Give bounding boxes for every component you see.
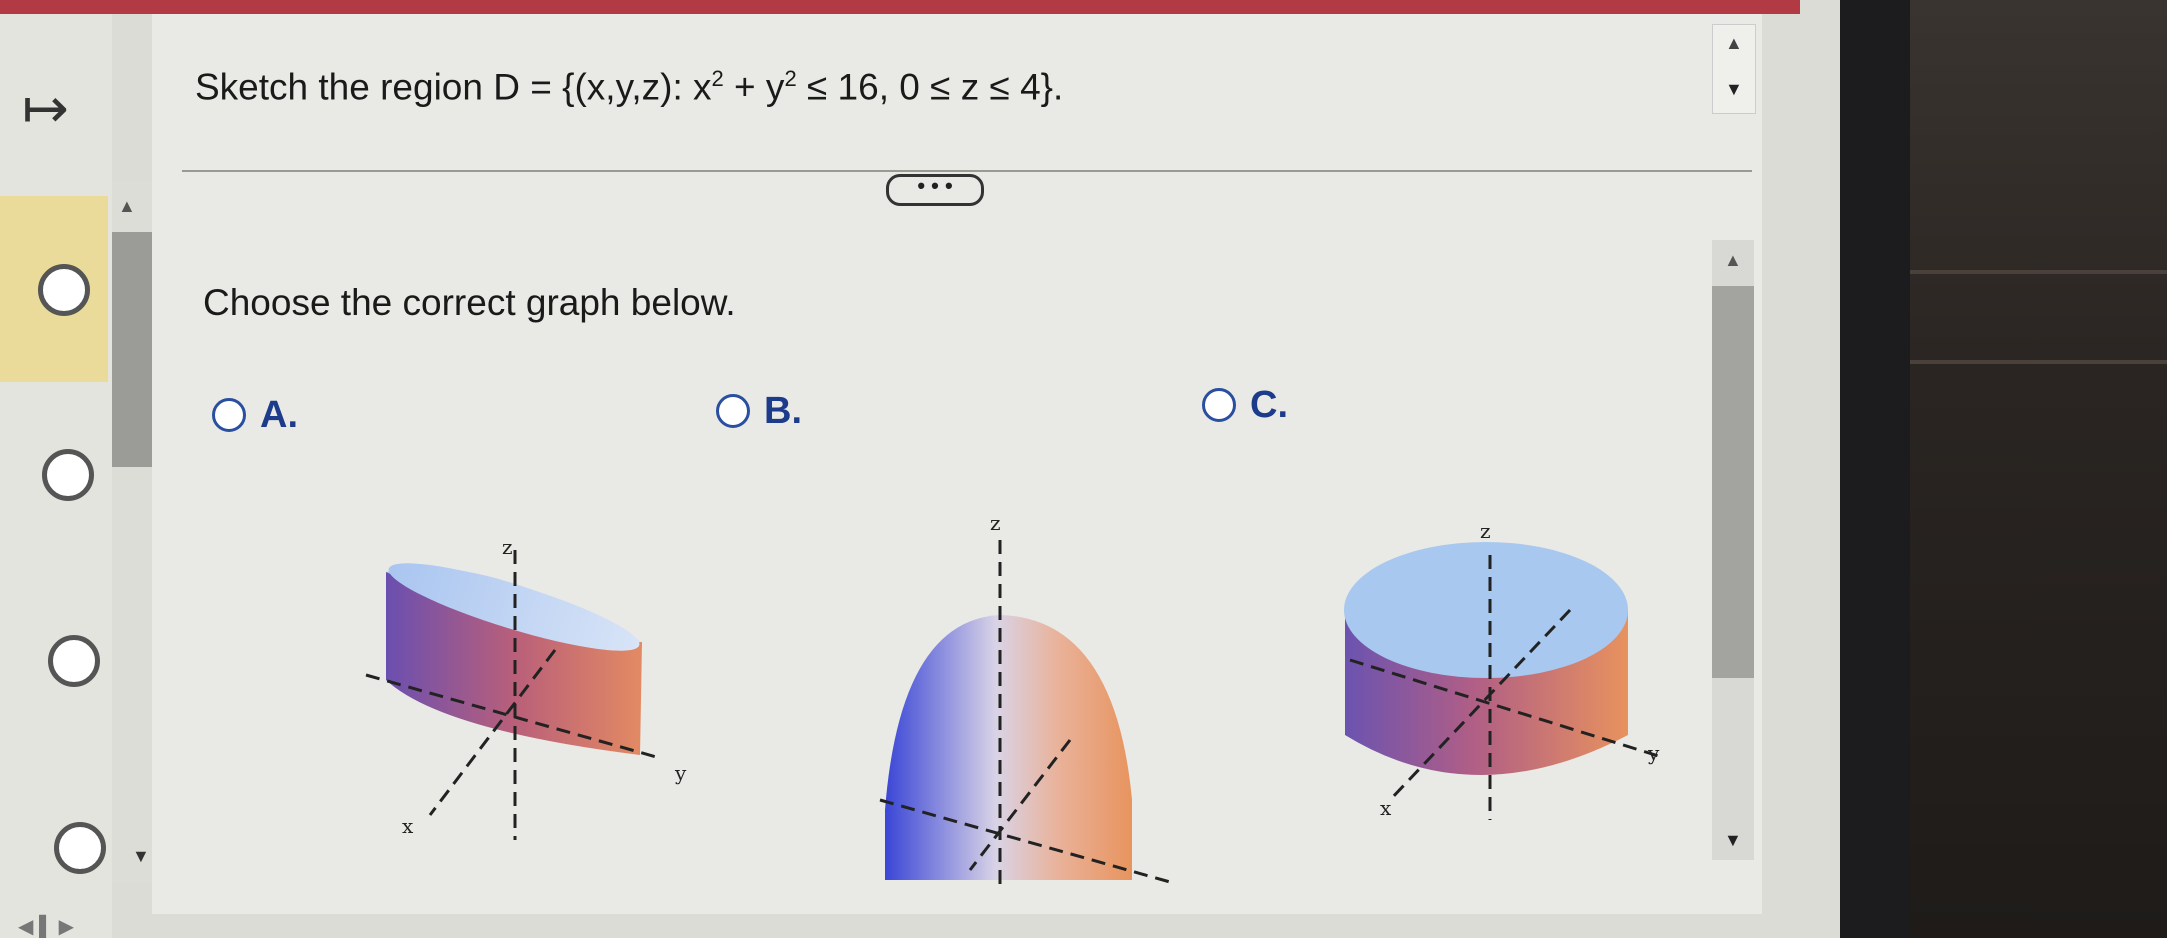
monitor-bezel	[1840, 0, 1910, 938]
divider	[182, 170, 1752, 172]
option-c[interactable]: C.	[1202, 384, 1288, 427]
scroll-up-icon[interactable]: ▲	[1725, 33, 1743, 54]
radio-b[interactable]	[716, 394, 750, 428]
graph-a: z y x	[365, 535, 687, 840]
pager-arrows-icon[interactable]: ◀ ▌ ▶	[18, 914, 74, 938]
left-radio-3[interactable]	[48, 635, 100, 687]
question-scroller[interactable]: ▲ ▼	[1712, 24, 1756, 114]
graph-c: z y x	[1344, 519, 1666, 820]
scroll-up-icon[interactable]: ▲	[1724, 250, 1742, 271]
left-navigation: ↦ ◀ ▌ ▶	[0, 14, 112, 938]
left-radio-2[interactable]	[42, 449, 94, 501]
option-a[interactable]: A.	[212, 394, 298, 437]
option-b[interactable]: B.	[716, 390, 802, 433]
expand-panel-icon[interactable]: ↦	[22, 80, 69, 136]
right-scrollbar[interactable]: ▲ ▼	[1712, 240, 1754, 860]
question-text: Sketch the region D = {(x,y,z): x2 + y2 …	[195, 66, 1064, 108]
scrollbar-thumb[interactable]	[112, 232, 152, 467]
left-scrollbar[interactable]: ▲ ▼	[112, 182, 152, 882]
scroll-down-icon[interactable]: ▼	[1724, 830, 1742, 851]
graph-b-z-label: z	[990, 511, 1001, 535]
scrollbar-thumb[interactable]	[1712, 286, 1754, 678]
scroll-up-icon[interactable]: ▲	[118, 196, 136, 217]
graph-a-y-label: y	[674, 761, 687, 785]
scroll-down-icon[interactable]: ▼	[1725, 79, 1743, 100]
graph-c-z-label: z	[1480, 519, 1491, 543]
screen: ↦ ◀ ▌ ▶ ▲ ▼ Sketch the region D = {(x,y,…	[0, 0, 1840, 938]
radio-c[interactable]	[1202, 388, 1236, 422]
scroll-down-icon[interactable]: ▼	[132, 846, 150, 867]
instruction-text: Choose the correct graph below.	[203, 282, 736, 323]
header-bar	[0, 0, 1800, 14]
graph-c-y-label: y	[1647, 741, 1660, 765]
left-radio-1[interactable]	[38, 264, 90, 316]
radio-a[interactable]	[212, 398, 246, 432]
more-button[interactable]: • • •	[886, 174, 984, 206]
background-surface	[1910, 0, 2167, 938]
graph-a-x-label: x	[402, 814, 414, 838]
graph-c-x-label: x	[1380, 796, 1392, 820]
graph-b: z	[879, 511, 1171, 885]
left-radio-4[interactable]	[54, 822, 106, 874]
graph-a-z-label: z	[502, 535, 513, 559]
